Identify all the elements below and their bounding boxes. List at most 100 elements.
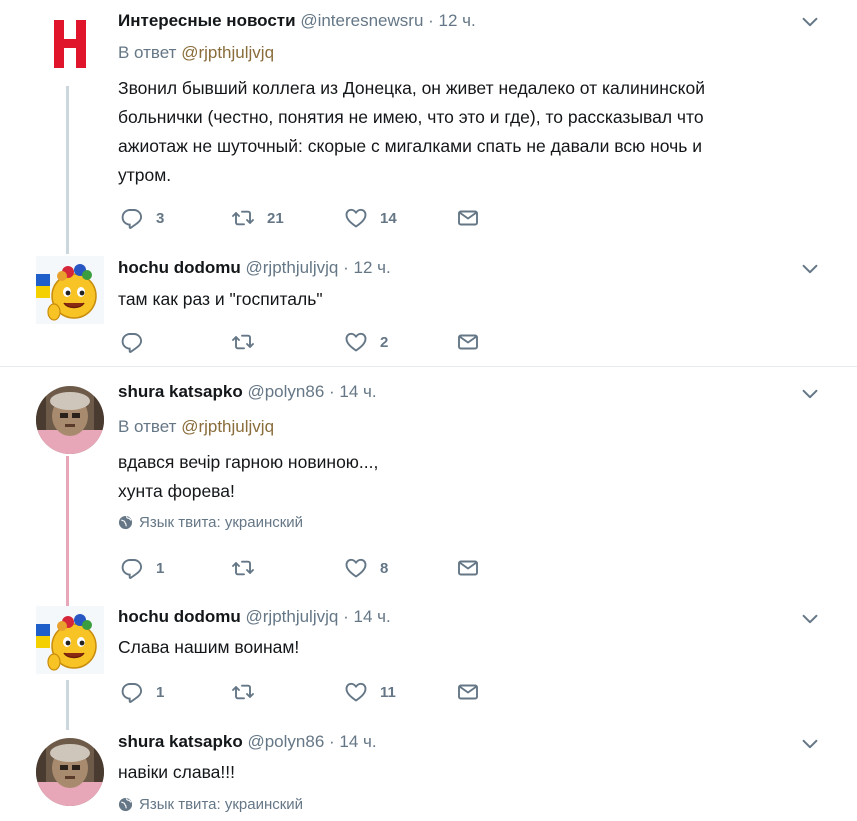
separator-dot: · (343, 258, 349, 277)
tweet[interactable]: Интересные новости @interesnewsru · 12 ч… (0, 0, 857, 252)
separator-dot: · (329, 732, 335, 751)
direct-message-button[interactable] (456, 680, 480, 704)
reply-button[interactable]: 1 (120, 680, 164, 704)
tweet-header: shura katsapko @polyn86 · 14 ч. (118, 732, 377, 752)
tweet-header: hochu dodomu @rjpthjuljvjq · 12 ч. (118, 258, 391, 278)
reply-mention-link[interactable]: @rjpthjuljvjq (181, 417, 274, 436)
profile-photo (36, 738, 104, 806)
avatar[interactable] (36, 256, 104, 324)
avatar[interactable] (36, 10, 104, 78)
retweet-button[interactable]: 21 (231, 206, 284, 230)
chevron-down-icon[interactable] (799, 383, 821, 405)
tweet-actions: 2 (118, 330, 498, 354)
display-name[interactable]: Интересные новости (118, 11, 296, 30)
tweet-text: Слава нашим воинам! (118, 637, 300, 657)
retweet-button[interactable] (231, 556, 267, 580)
direct-message-icon (456, 680, 480, 704)
display-name[interactable]: hochu dodomu (118, 258, 241, 277)
direct-message-button[interactable] (456, 206, 480, 230)
retweet-icon (231, 556, 255, 580)
reply-icon (120, 330, 144, 354)
tweet-actions: 1 8 (118, 556, 498, 580)
smiley-icon (36, 606, 104, 674)
like-button[interactable]: 2 (344, 330, 388, 354)
direct-message-button[interactable] (456, 330, 480, 354)
tweet[interactable]: shura katsapko @polyn86 · 14 ч. В ответ … (0, 370, 857, 604)
tweet-text: Звонил бывший коллега из Донецка, он жив… (118, 78, 705, 185)
tweet-language: Язык твита: украинский (118, 796, 303, 813)
like-count: 2 (380, 333, 389, 351)
conversation-divider (0, 366, 857, 367)
language-label: Язык твита: украинский (139, 514, 304, 531)
like-icon (344, 330, 368, 354)
direct-message-button[interactable] (456, 556, 480, 580)
like-icon (344, 680, 368, 704)
language-label: Язык твита: украинский (139, 796, 304, 813)
retweet-icon (231, 680, 255, 704)
tweet[interactable]: shura katsapko @polyn86 · 14 ч. навіки с… (0, 726, 857, 821)
reply-context: В ответ @rjpthjuljvjq (118, 417, 274, 437)
user-handle[interactable]: @polyn86 (247, 732, 324, 751)
h-logo-icon (36, 10, 104, 78)
reply-count: 3 (156, 209, 165, 227)
display-name[interactable]: shura katsapko (118, 382, 243, 401)
like-button[interactable]: 11 (344, 680, 396, 704)
like-count: 11 (380, 683, 396, 701)
like-button[interactable]: 14 (344, 206, 397, 230)
like-button[interactable]: 8 (344, 556, 388, 580)
reply-count: 1 (156, 559, 165, 577)
tweet-text: навіки слава!!! (118, 762, 235, 782)
timestamp[interactable]: 14 ч. (354, 607, 391, 626)
reply-count: 1 (156, 683, 165, 701)
reply-icon (120, 680, 144, 704)
retweet-button[interactable] (231, 330, 267, 354)
timestamp[interactable]: 12 ч. (354, 258, 391, 277)
reply-button[interactable] (120, 330, 156, 354)
chevron-down-icon[interactable] (799, 11, 821, 33)
avatar[interactable] (36, 386, 104, 454)
tweet-header: hochu dodomu @rjpthjuljvjq · 14 ч. (118, 607, 391, 627)
timestamp[interactable]: 14 ч. (339, 732, 376, 751)
display-name[interactable]: shura katsapko (118, 732, 243, 751)
user-handle[interactable]: @interesnewsru (300, 11, 423, 30)
reply-prefix: В ответ (118, 43, 177, 62)
timestamp[interactable]: 12 ч. (439, 11, 476, 30)
user-handle[interactable]: @rjpthjuljvjq (246, 258, 339, 277)
direct-message-icon (456, 330, 480, 354)
tweet-header: shura katsapko @polyn86 · 14 ч. (118, 382, 377, 402)
globe-icon (118, 515, 133, 530)
reply-button[interactable]: 1 (120, 556, 164, 580)
tweet-language: Язык твита: украинский (118, 514, 303, 531)
avatar[interactable] (36, 738, 104, 806)
chevron-down-icon[interactable] (799, 258, 821, 280)
chevron-down-icon[interactable] (799, 733, 821, 755)
display-name[interactable]: hochu dodomu (118, 607, 241, 626)
reply-mention-link[interactable]: @rjpthjuljvjq (181, 43, 274, 62)
reply-icon (120, 556, 144, 580)
like-icon (344, 556, 368, 580)
separator-dot: · (428, 11, 434, 30)
like-icon (344, 206, 368, 230)
retweet-count: 21 (267, 209, 284, 227)
globe-icon (118, 797, 133, 812)
tweet-header: Интересные новости @interesnewsru · 12 ч… (118, 11, 476, 31)
tweet-text: вдався вечір гарною новиною..., хунта фо… (118, 452, 379, 501)
reply-icon (120, 206, 144, 230)
retweet-icon (231, 206, 255, 230)
chevron-down-icon[interactable] (799, 608, 821, 630)
like-count: 8 (380, 559, 389, 577)
tweet[interactable]: hochu dodomu @rjpthjuljvjq · 12 ч. там к… (0, 252, 857, 364)
separator-dot: · (329, 382, 335, 401)
reply-button[interactable]: 3 (120, 206, 164, 230)
reply-prefix: В ответ (118, 417, 177, 436)
direct-message-icon (456, 206, 480, 230)
timestamp[interactable]: 14 ч. (339, 382, 376, 401)
user-handle[interactable]: @polyn86 (247, 382, 324, 401)
avatar[interactable] (36, 606, 104, 674)
retweet-button[interactable] (231, 680, 267, 704)
tweet[interactable]: hochu dodomu @rjpthjuljvjq · 14 ч. Слава… (0, 604, 857, 726)
reply-context: В ответ @rjpthjuljvjq (118, 43, 274, 63)
direct-message-icon (456, 556, 480, 580)
user-handle[interactable]: @rjpthjuljvjq (246, 607, 339, 626)
tweet-text: там как раз и "госпиталь" (118, 289, 323, 309)
